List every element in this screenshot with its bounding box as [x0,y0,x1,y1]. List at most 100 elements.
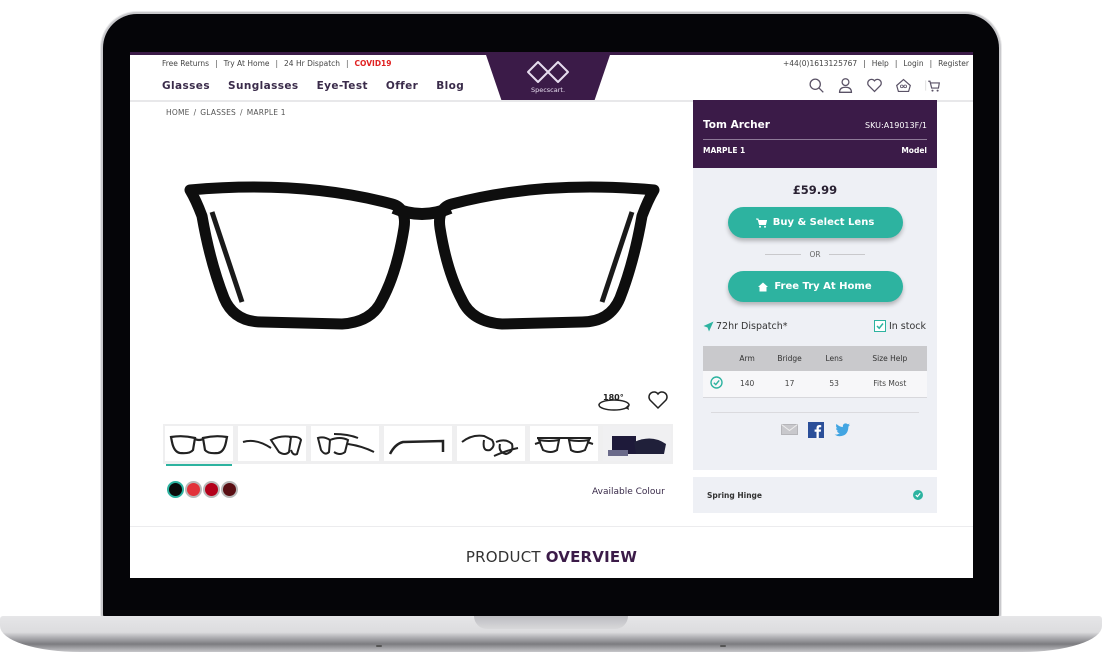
glasses-front-icon [169,434,229,454]
browser-screen: Free Returns | Try At Home | 24 Hr Dispa… [130,52,973,578]
nav-sunglasses[interactable]: Sunglasses [228,80,299,92]
home-icon [758,282,769,291]
twitter-icon[interactable] [834,422,850,437]
panel-divider [711,411,919,413]
thumbnail-active-indicator [166,464,232,466]
header-icons [808,77,941,94]
dispatch-info: 72hr Dispatch* [703,321,788,332]
section-divider [130,526,973,527]
facebook-icon[interactable] [807,421,824,438]
size-header-lens: Lens [815,346,853,371]
swatch-burgundy[interactable] [221,481,238,498]
phone-number[interactable]: +44(0)1613125767 [783,59,857,68]
nav-blog[interactable]: Blog [436,80,464,92]
separator: | [863,59,866,68]
model-name: MARPLE 1 [703,146,746,155]
utility-links-left: Free Returns | Try At Home | 24 Hr Dispa… [162,59,391,68]
login-link[interactable]: Login [903,59,923,68]
header-divider-line [703,139,927,140]
rotate-180-button[interactable]: 180° [597,392,631,414]
nav-eye-test[interactable]: Eye-Test [317,80,368,92]
size-header-size-help: Size Help [852,346,927,371]
util-link-dispatch[interactable]: 24 Hr Dispatch [284,59,340,68]
check-circle-icon [710,376,724,389]
cart-icon [755,218,767,228]
size-arm: 140 [730,371,764,398]
laptop-notch [474,616,628,629]
glasses-top-icon [534,436,594,453]
size-table-header: Arm Bridge Lens Size Help [703,346,927,371]
thumbnail-strip [163,424,673,464]
cart-icon[interactable] [924,77,941,94]
free-try-at-home-button[interactable]: Free Try At Home [727,271,903,302]
buy-select-lens-button[interactable]: Buy & Select Lens [727,207,903,238]
nav-glasses[interactable]: Glasses [162,80,210,92]
breadcrumb-current: MARPLE 1 [246,108,286,117]
breadcrumb-glasses[interactable]: GLASSES [200,108,236,117]
size-header-arm: Arm [730,346,764,371]
product-overview-heading: PRODUCT OVERVIEW [130,548,973,566]
buy-button-label: Buy & Select Lens [772,217,875,228]
try-button-label: Free Try At Home [774,281,872,292]
swatch-red[interactable] [185,481,202,498]
thumbnail-case[interactable] [603,426,671,461]
utility-links-right: +44(0)1613125767 | Help | Login | Regist… [783,59,969,68]
brand-name: Tom Archer [703,119,770,131]
feature-check-icon [913,490,923,500]
breadcrumb-separator: / [240,108,243,117]
separator: | [894,59,898,68]
user-icon[interactable] [837,77,854,94]
thumbnail-side[interactable] [384,426,452,461]
table-row: 140 17 53 Fits Most [703,371,927,398]
feature-spring-hinge: Spring Hinge [693,477,937,513]
size-row-check [703,371,731,398]
logo-mark-icon [527,60,569,83]
sku: SKU:A19013F/1 [865,120,927,130]
breadcrumb: HOME / GLASSES / MARPLE 1 [166,108,286,117]
register-link[interactable]: Register [938,59,969,68]
size-lens: 53 [815,371,853,398]
dispatch-stock-row: 72hr Dispatch* In stock [693,320,937,332]
overview-prefix: PRODUCT [465,548,541,566]
util-link-try-at-home[interactable]: Try At Home [224,59,270,68]
dispatch-label: 72hr Dispatch* [716,320,788,332]
or-divider: OR [693,250,937,259]
email-icon[interactable] [780,424,798,435]
divider-line [828,254,865,255]
help-link[interactable]: Help [872,59,889,68]
size-help-value[interactable]: Fits Most [852,371,927,398]
model-label: Model [901,146,927,155]
nav-offer[interactable]: Offer [386,80,418,92]
util-link-free-returns[interactable]: Free Returns [162,59,209,68]
thumbnail-folded[interactable] [457,426,525,461]
util-link-covid[interactable]: COVID19 [355,59,392,68]
thumbnail-front[interactable] [165,426,233,461]
thumbnail-angled-right[interactable] [311,426,379,461]
thumbnail-top[interactable] [530,426,598,461]
separator: | [215,59,218,68]
try-at-home-icon[interactable] [895,77,912,94]
search-icon[interactable] [808,77,825,94]
glasses-folded-icon [461,434,519,457]
swatch-black[interactable] [167,481,184,498]
product-header: Tom Archer SKU:A19013F/1 MARPLE 1 Model [693,100,937,168]
stock-status: In stock [873,320,926,332]
product-panel: Tom Archer SKU:A19013F/1 MARPLE 1 Model … [693,100,937,470]
breadcrumb-home[interactable]: HOME [166,108,190,117]
thumbnail-angled-left[interactable] [238,426,306,461]
price: £59.99 [792,183,838,197]
size-bridge: 17 [763,371,816,398]
glasses-case-icon [608,435,666,456]
swatch-crimson[interactable] [203,481,220,498]
or-label: OR [809,250,821,259]
main-nav: Glasses Sunglasses Eye-Test Offer Blog [162,80,464,92]
site-logo[interactable]: Specscart. [485,52,611,100]
wishlist-heart-icon[interactable] [647,390,669,410]
overview-emphasis: OVERVIEW [545,548,638,566]
available-colour-label: Available Colour [592,487,665,497]
share-icons [693,421,937,438]
separator: | [275,59,279,68]
rotate-label: 180° [603,393,624,402]
heart-icon[interactable] [866,77,883,94]
size-header-blank [703,346,731,371]
